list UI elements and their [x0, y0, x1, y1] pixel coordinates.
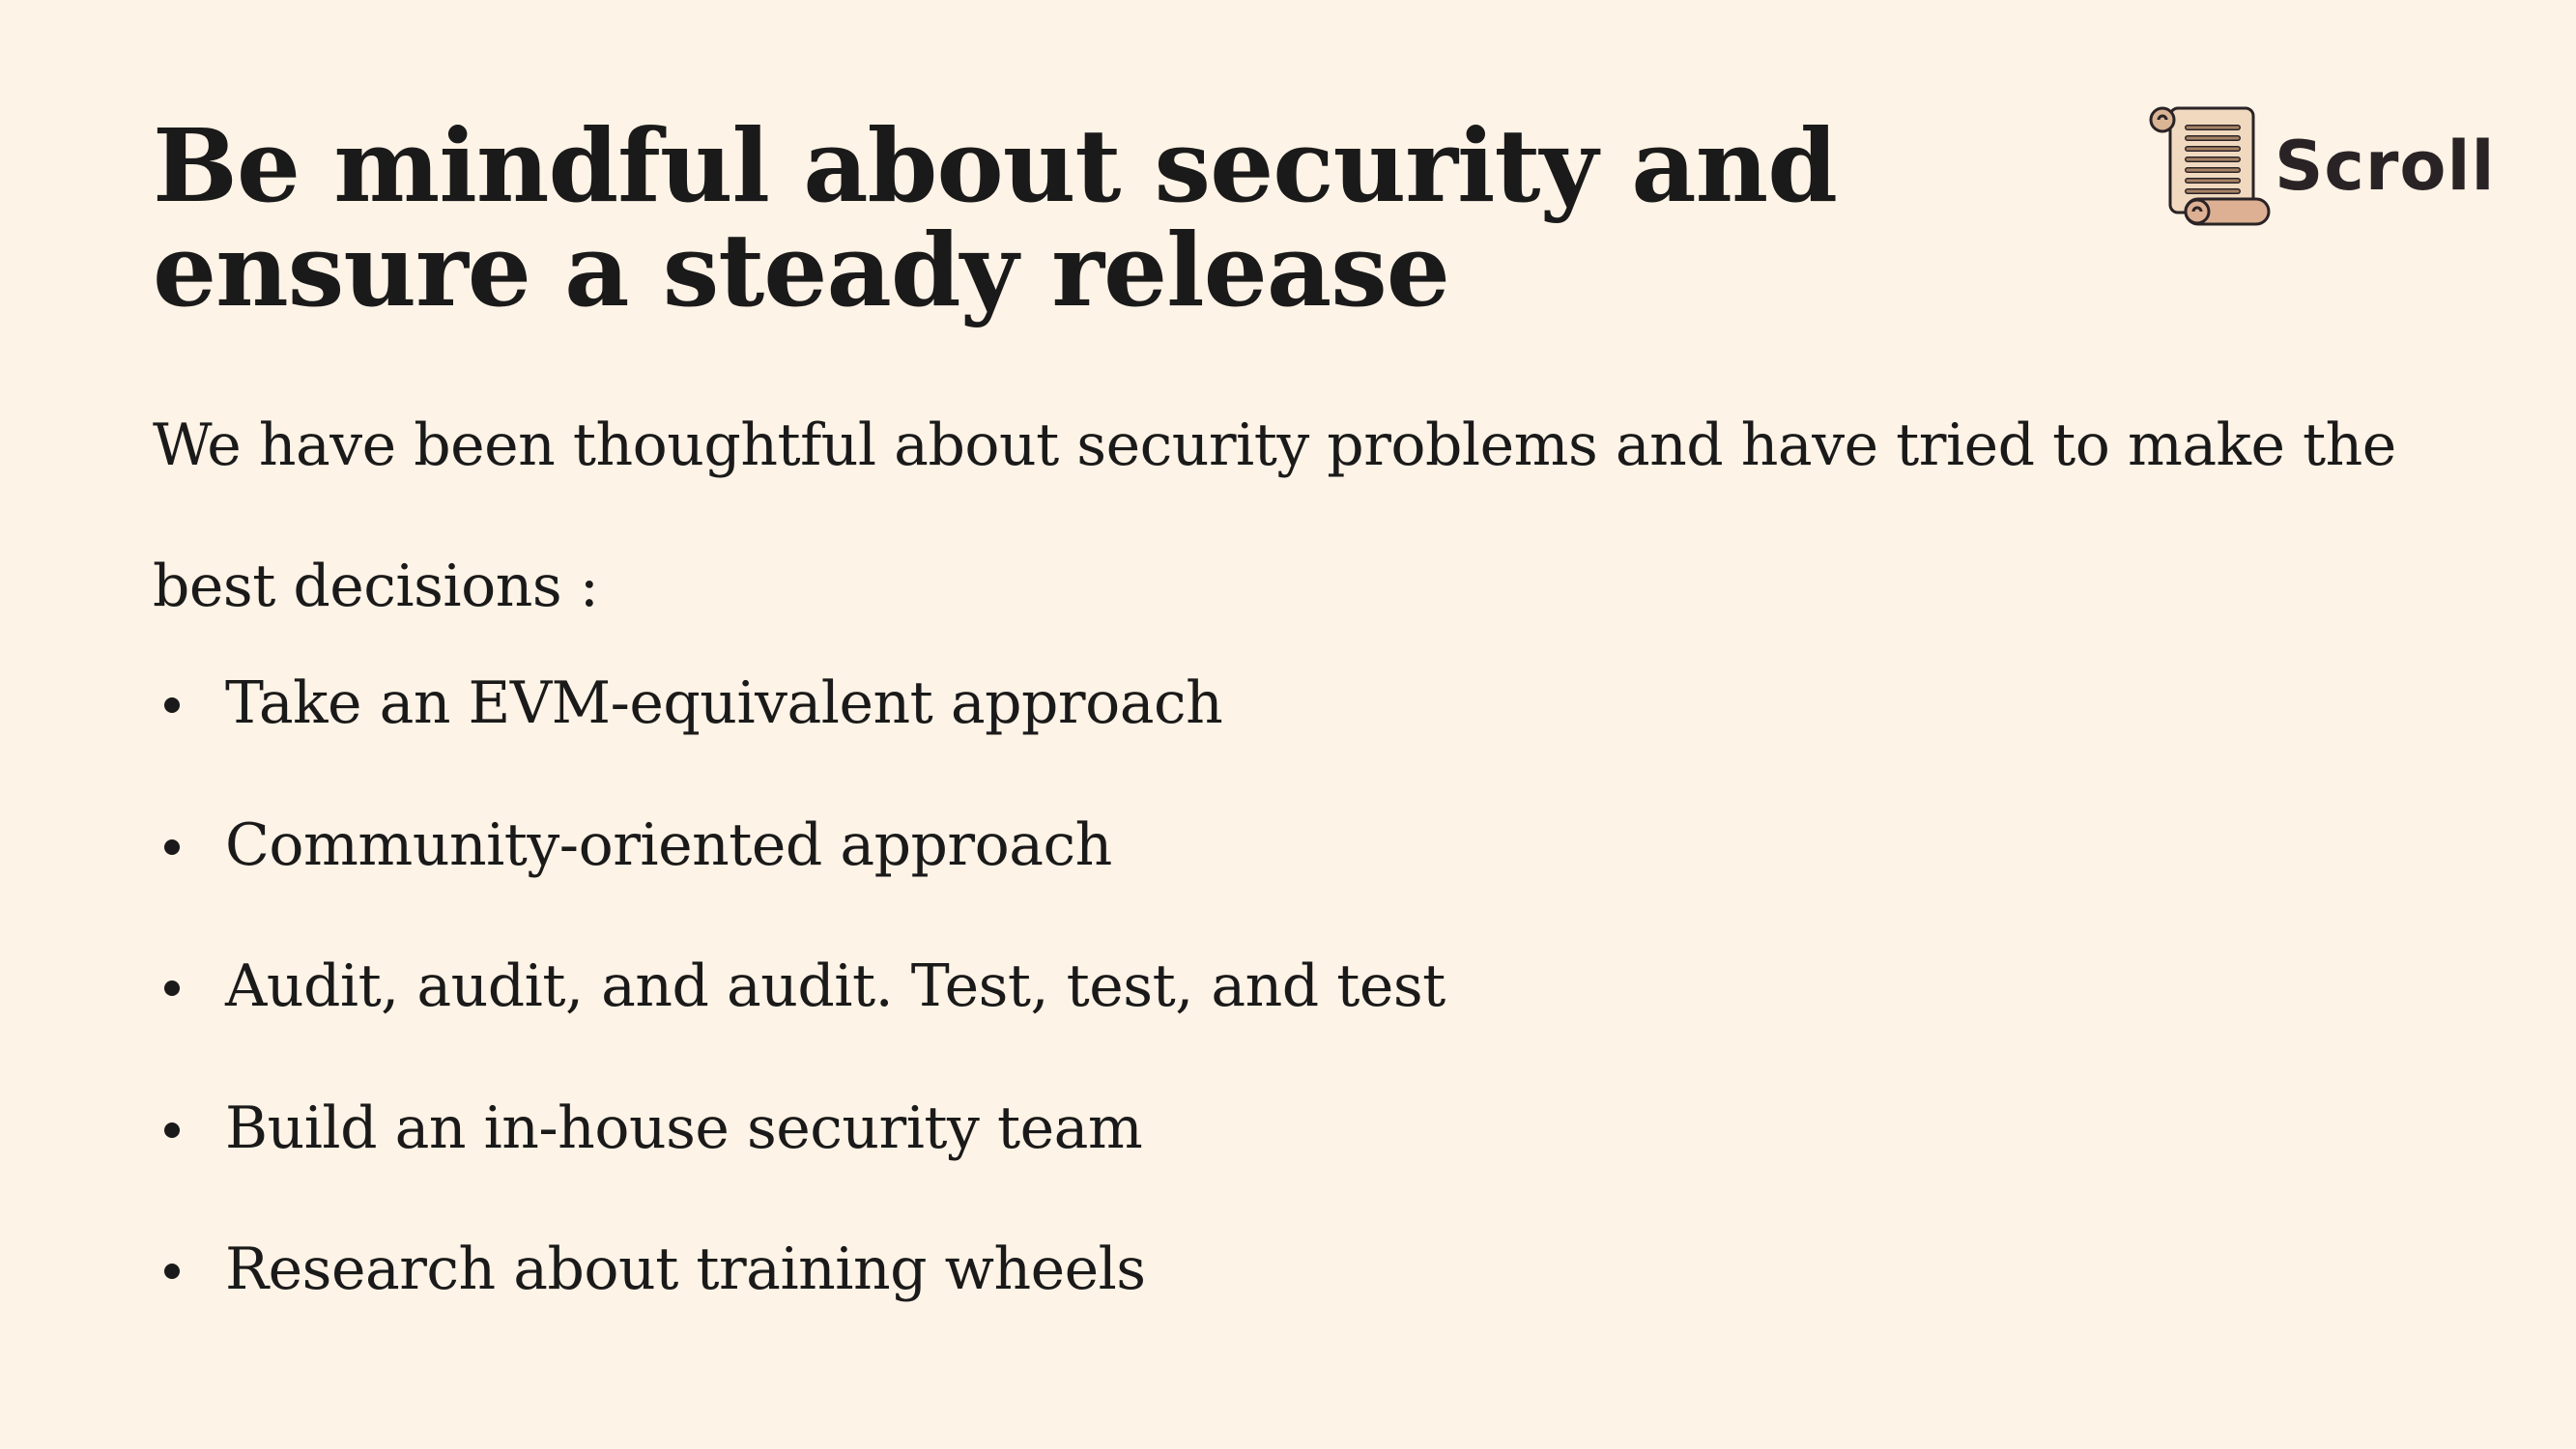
list-item-text: Community-oriented approach — [225, 810, 1112, 879]
bullet-icon — [164, 1122, 180, 1138]
list-item: Community-oriented approach — [153, 789, 1445, 931]
scroll-logo: Scroll — [2147, 104, 2496, 228]
list-item: Build an in-house security team — [153, 1072, 1445, 1214]
scroll-icon — [2149, 106, 2271, 226]
bullet-icon — [164, 697, 180, 713]
list-item-text: Build an in-house security team — [225, 1094, 1143, 1162]
list-item-text: Audit, audit, and audit. Test, test, and… — [225, 952, 1445, 1020]
list-item-text: Take an EVM-equivalent approach — [225, 669, 1223, 737]
list-item: Audit, audit, and audit. Test, test, and… — [153, 930, 1445, 1072]
list-item-text: Research about training wheels — [225, 1236, 1146, 1303]
bullet-list: Take an EVM-equivalent approach Communit… — [153, 647, 1445, 1355]
list-item: Research about training wheels — [153, 1213, 1445, 1355]
bullet-icon — [164, 1264, 180, 1279]
bullet-icon — [164, 838, 180, 855]
intro-text: We have been thoughtful about security p… — [153, 412, 2396, 620]
bullet-icon — [164, 980, 180, 996]
slide-title: Be mindful about security and ensure a s… — [153, 106, 1838, 329]
list-item: Take an EVM-equivalent approach — [153, 647, 1445, 789]
logo-text: Scroll — [2275, 127, 2496, 206]
